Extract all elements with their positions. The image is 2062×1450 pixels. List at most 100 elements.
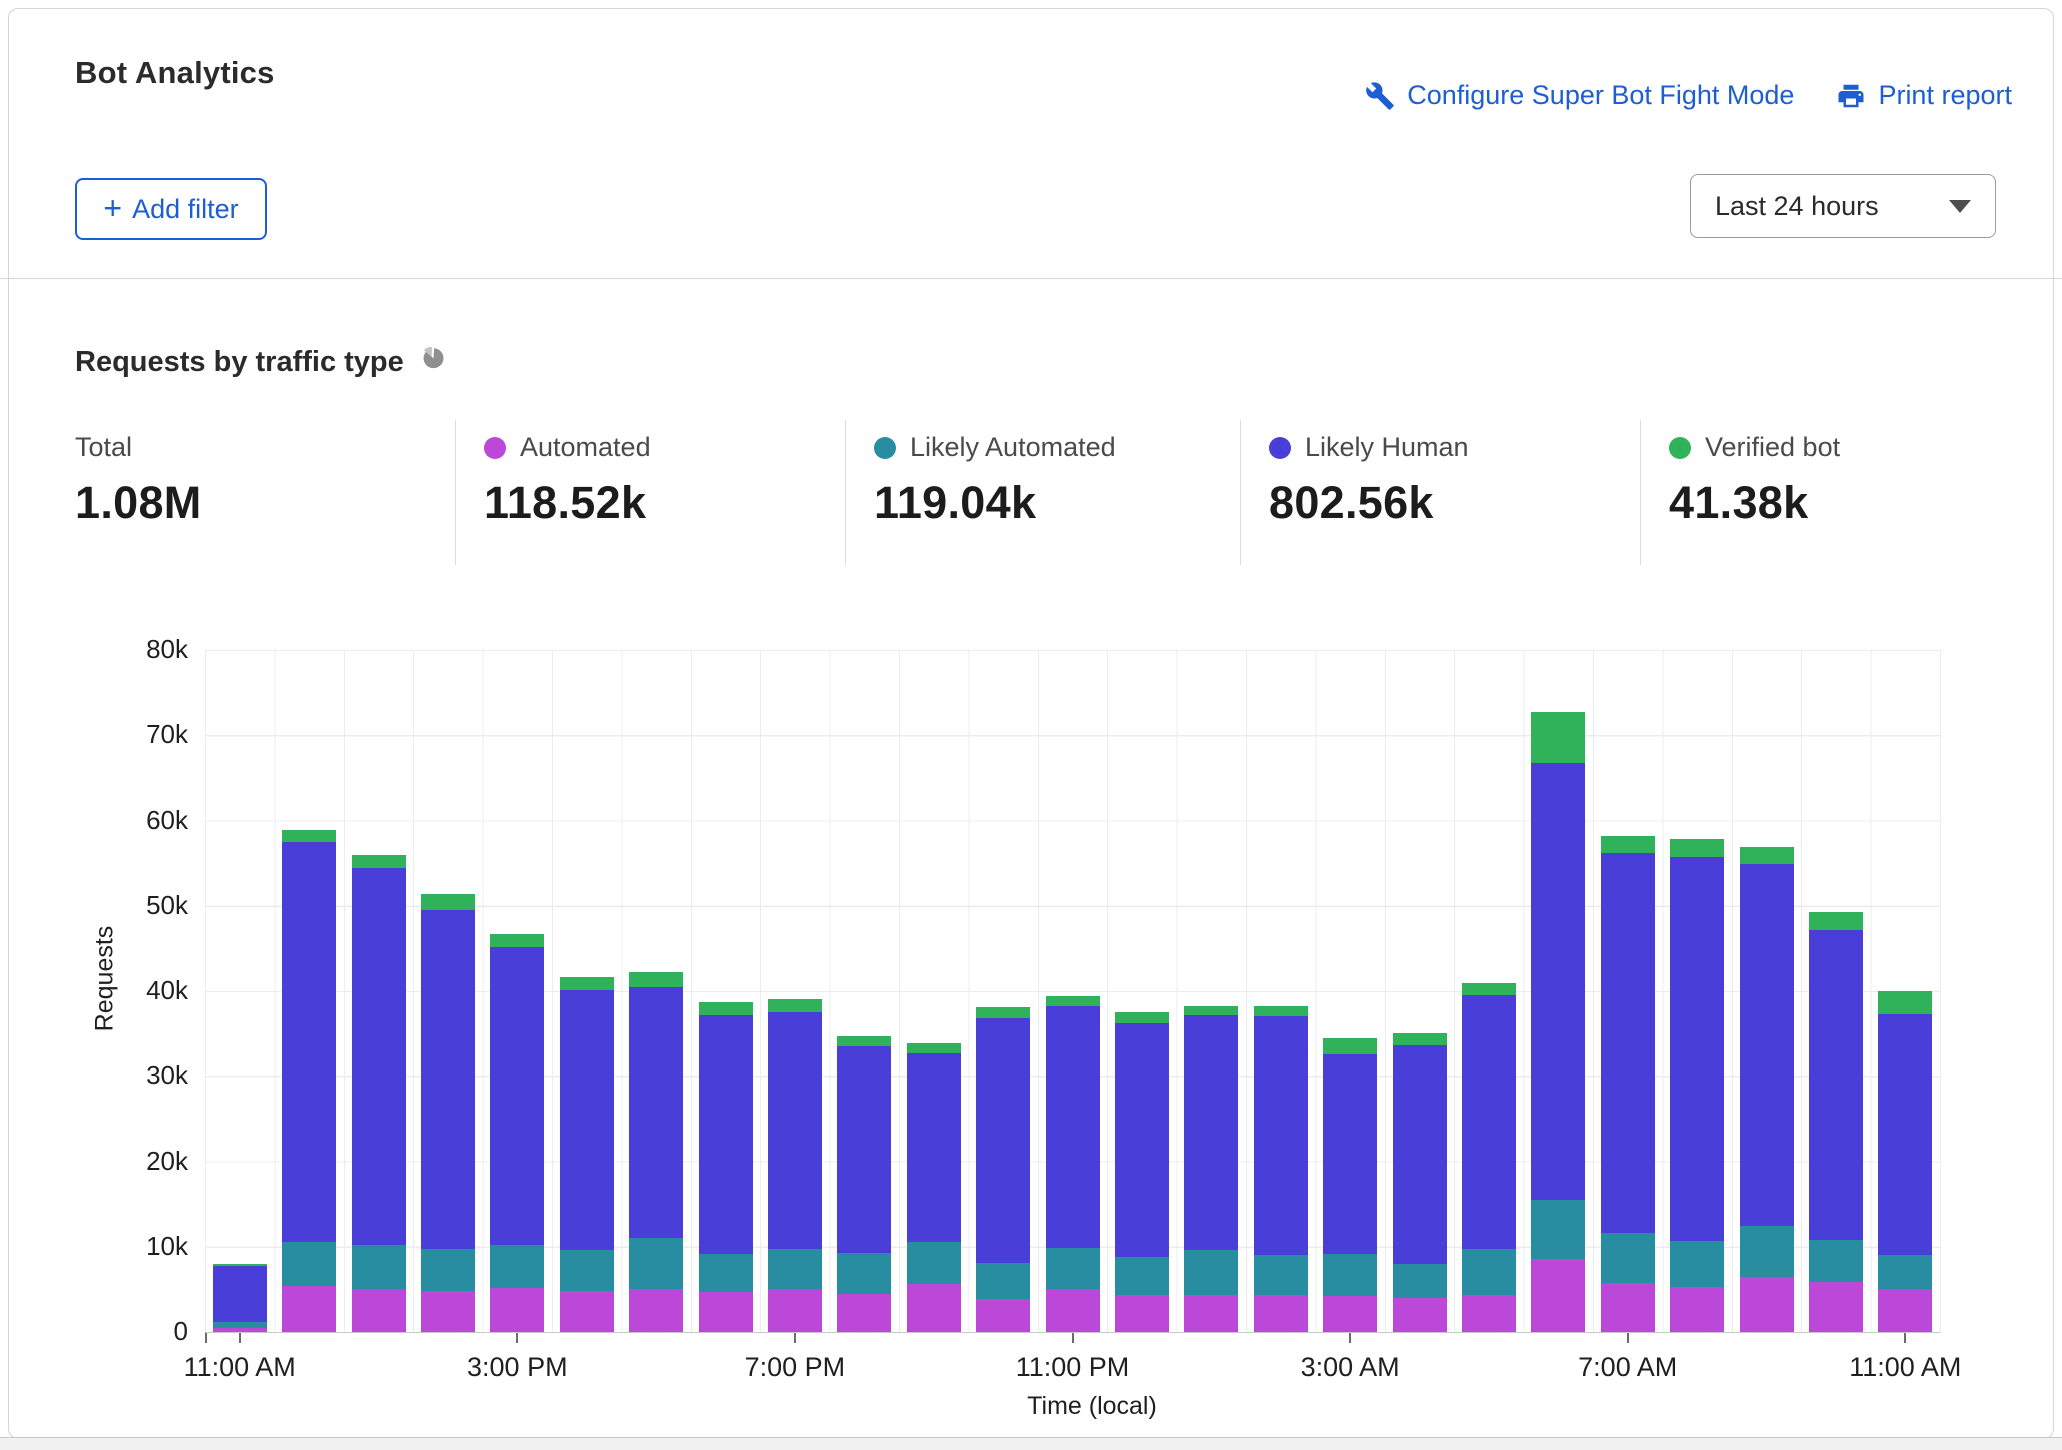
x-tick-mark <box>1904 1333 1906 1343</box>
stacked-bar[interactable] <box>907 1043 961 1332</box>
bar-segment <box>421 910 475 1249</box>
bar-segment <box>1115 1023 1169 1257</box>
stacked-bar[interactable] <box>629 972 683 1332</box>
bar-segment <box>699 1002 753 1015</box>
add-filter-label: Add filter <box>132 194 239 225</box>
stat-likely-automated[interactable]: Likely Automated 119.04k <box>845 420 1240 565</box>
stacked-bar[interactable] <box>1531 712 1585 1332</box>
add-filter-button[interactable]: + Add filter <box>75 178 267 240</box>
x-axis-title: Time (local) <box>992 1392 1192 1421</box>
bar-segment <box>1046 1289 1100 1332</box>
bar-segment <box>1878 1289 1932 1332</box>
stacked-bar[interactable] <box>1878 991 1932 1332</box>
stacked-bar[interactable] <box>1809 912 1863 1332</box>
bar-segment <box>1393 1045 1447 1264</box>
bar-segment <box>1115 1257 1169 1295</box>
stacked-bar[interactable] <box>490 934 544 1332</box>
y-tick-label: 30k <box>68 1060 188 1091</box>
likely-human-legend-dot <box>1269 437 1291 459</box>
bar-segment <box>907 1284 961 1332</box>
stacked-bar[interactable] <box>1393 1033 1447 1332</box>
bar-segment <box>1184 1250 1238 1295</box>
stacked-bar[interactable] <box>1601 836 1655 1332</box>
y-tick-label: 0 <box>68 1316 188 1347</box>
bar-segment <box>1046 1006 1100 1248</box>
configure-super-bot-fight-mode-link[interactable]: Configure Super Bot Fight Mode <box>1365 80 1794 111</box>
time-range-value: Last 24 hours <box>1715 191 1879 222</box>
bar-segment <box>1393 1298 1447 1332</box>
stat-total-value: 1.08M <box>75 477 455 529</box>
bar-segment <box>768 1249 822 1289</box>
bar-segment <box>1184 1295 1238 1332</box>
bar-segment <box>699 1254 753 1292</box>
bar-segment <box>1323 1054 1377 1253</box>
y-tick-label: 70k <box>68 719 188 750</box>
time-range-select[interactable]: Last 24 hours <box>1690 174 1996 238</box>
stacked-bar[interactable] <box>1323 1038 1377 1332</box>
configure-link-label: Configure Super Bot Fight Mode <box>1407 80 1794 111</box>
bar-segment <box>837 1036 891 1046</box>
stacked-bar[interactable] <box>213 1264 267 1332</box>
stat-automated[interactable]: Automated 118.52k <box>455 420 845 565</box>
header-divider <box>0 278 2062 279</box>
x-tick-label: 7:00 AM <box>1538 1352 1718 1383</box>
stacked-bar[interactable] <box>1740 847 1794 1332</box>
stat-likely-human[interactable]: Likely Human 802.56k <box>1240 420 1640 565</box>
x-tick-mark <box>205 1333 207 1343</box>
bar-segment <box>1740 1277 1794 1332</box>
x-tick-label: 11:00 AM <box>1815 1352 1995 1383</box>
y-tick-label: 80k <box>68 634 188 665</box>
bar-segment <box>1878 1014 1932 1255</box>
bar-segment <box>907 1053 961 1241</box>
stacked-bar[interactable] <box>1184 1006 1238 1332</box>
bar-segment <box>1393 1264 1447 1298</box>
bar-segment <box>1531 763 1585 1200</box>
stacked-bar[interactable] <box>1115 1012 1169 1333</box>
bar-segment <box>1878 1255 1932 1289</box>
print-report-link[interactable]: Print report <box>1836 80 2012 111</box>
stacked-bar[interactable] <box>352 855 406 1332</box>
stat-likely-human-label: Likely Human <box>1305 432 1469 463</box>
bar-segment <box>560 977 614 991</box>
stacked-bar[interactable] <box>699 1002 753 1332</box>
bar-segment <box>1462 1295 1516 1332</box>
bar-segment <box>560 1250 614 1291</box>
bot-analytics-page: Bot Analytics Configure Super Bot Fight … <box>0 0 2062 1450</box>
y-tick-label: 20k <box>68 1146 188 1177</box>
bar-segment <box>1115 1012 1169 1024</box>
stacked-bar[interactable] <box>837 1036 891 1332</box>
bar-segment <box>1323 1254 1377 1297</box>
bar-segment <box>1323 1038 1377 1054</box>
bar-segment <box>1809 912 1863 930</box>
stacked-bar[interactable] <box>1046 996 1100 1332</box>
bar-segment <box>490 934 544 947</box>
bar-segment <box>1462 983 1516 995</box>
x-tick-mark <box>1627 1333 1629 1343</box>
stacked-bar[interactable] <box>1670 839 1724 1332</box>
print-link-label: Print report <box>1878 80 2012 111</box>
stacked-bar[interactable] <box>421 894 475 1332</box>
stacked-bar[interactable] <box>282 830 336 1332</box>
bar-segment <box>1601 853 1655 1233</box>
plus-icon: + <box>103 192 122 224</box>
bar-segment <box>837 1046 891 1252</box>
bar-segment <box>976 1263 1030 1299</box>
bar-segment <box>1254 1016 1308 1256</box>
bar-segment <box>1601 1233 1655 1283</box>
stat-verified-bot-label: Verified bot <box>1705 432 1840 463</box>
automated-legend-dot <box>484 437 506 459</box>
stacked-bar[interactable] <box>768 999 822 1332</box>
bar-segment <box>1740 847 1794 864</box>
stat-automated-value: 118.52k <box>484 477 845 529</box>
stat-verified-bot[interactable]: Verified bot 41.38k <box>1640 420 2062 565</box>
bar-segment <box>1184 1015 1238 1250</box>
bar-segment <box>282 1286 336 1332</box>
traffic-type-stats: Total 1.08M Automated 118.52k Likely Aut… <box>0 420 2062 565</box>
stacked-bar[interactable] <box>976 1007 1030 1332</box>
x-tick-label: 3:00 PM <box>427 1352 607 1383</box>
bar-segment <box>1809 930 1863 1240</box>
stacked-bar[interactable] <box>1254 1006 1308 1332</box>
stacked-bar[interactable] <box>1462 983 1516 1332</box>
y-tick-label: 40k <box>68 975 188 1006</box>
stacked-bar[interactable] <box>560 977 614 1332</box>
